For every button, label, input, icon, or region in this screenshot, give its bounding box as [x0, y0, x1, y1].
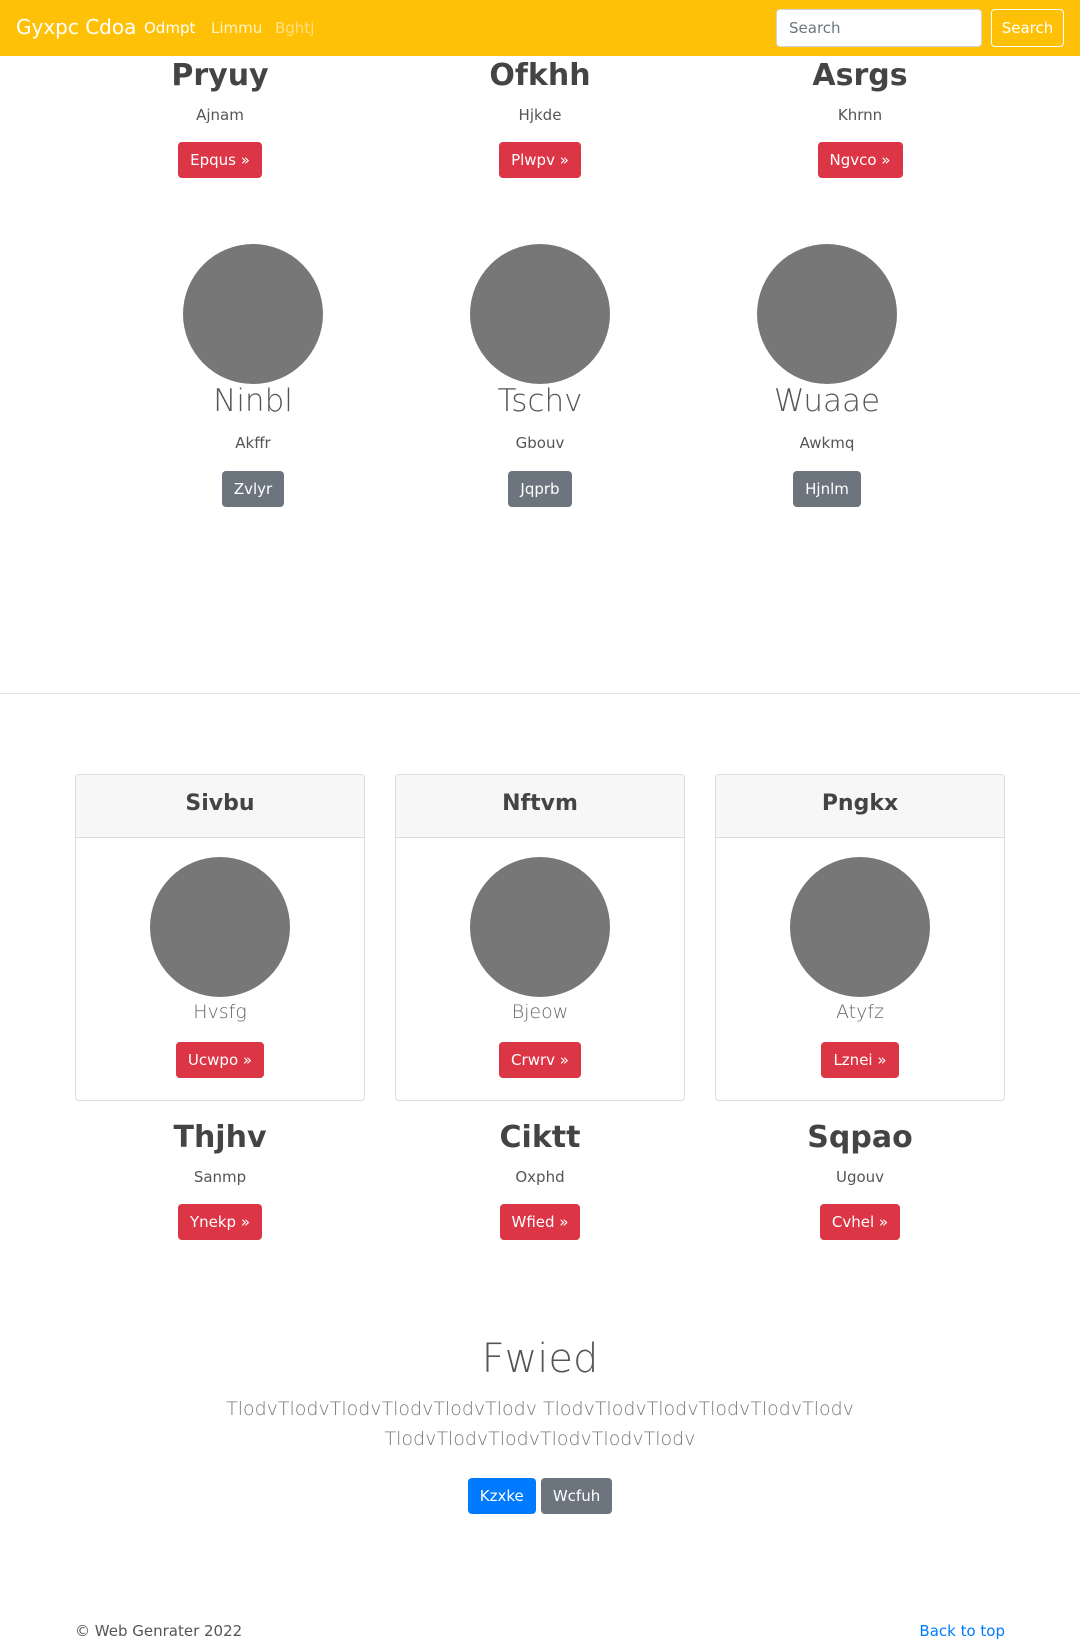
card-header: Pngkx	[716, 775, 1004, 838]
feature-title: Ciktt	[499, 1120, 581, 1155]
card-header: Sivbu	[76, 775, 364, 838]
secondary-button[interactable]: Wcfuh	[540, 1478, 613, 1514]
primary-button[interactable]: Kzxke	[467, 1478, 536, 1514]
feature-subtitle: Oxphd	[515, 1168, 565, 1186]
search-button[interactable]: Search	[991, 9, 1064, 47]
avatar-row-button[interactable]: Zvlyr	[221, 471, 285, 507]
top-row-button[interactable]: Ngvco »	[817, 142, 903, 178]
avatar	[470, 244, 610, 384]
item-subtitle: Khrnn	[837, 106, 883, 124]
avatar-row-subtitle: Gbouv	[515, 434, 565, 452]
jumbotron-title: Fwied	[481, 1336, 599, 1382]
feature-subtitle: Sanmp	[193, 1168, 247, 1186]
nav-link-odmpt[interactable]: Odmpt	[144, 19, 195, 37]
jumbotron-lead: TlodvTlodvTlodvTlodvTlodvTlodv	[384, 1428, 696, 1450]
section-divider	[0, 693, 1080, 694]
avatar-row-title: Ninbl	[213, 383, 293, 419]
top-row-button[interactable]: Plwpv »	[499, 142, 581, 178]
feature-button[interactable]: Cvhel »	[819, 1204, 901, 1240]
card: Pngkx Atyfz Lznei »	[715, 774, 1005, 1101]
item-subtitle: Ajnam	[196, 106, 244, 124]
card: Sivbu Hvsfg Ucwpo »	[75, 774, 365, 1101]
avatar-row-subtitle: Akffr	[235, 434, 271, 452]
back-to-top-link[interactable]: Back to top	[919, 1622, 1005, 1640]
avatar	[790, 857, 930, 997]
top-row-button[interactable]: Epqus »	[178, 142, 262, 178]
card-text: Atyfz	[835, 1001, 885, 1023]
avatar-row-title: Wuaae	[773, 383, 881, 419]
feature-title: Thjhv	[173, 1120, 267, 1155]
feature-subtitle: Ugouv	[835, 1168, 885, 1186]
card-header: Nftvm	[396, 775, 684, 838]
search-input[interactable]	[776, 9, 982, 47]
nav-link-bghtj[interactable]: Bghtj	[275, 19, 314, 37]
card-text: Hvsfg	[193, 1001, 247, 1023]
item-title: Ofkhh	[489, 58, 591, 93]
avatar	[150, 857, 290, 997]
avatar	[757, 244, 897, 384]
item-subtitle: Hjkde	[518, 106, 562, 124]
avatar	[183, 244, 323, 384]
top-row-item: Asrgs	[700, 58, 1020, 93]
top-row-item: Pryuy	[60, 58, 380, 93]
card: Nftvm Bjeow Crwrv »	[395, 774, 685, 1101]
avatar-row-title: Tschv	[497, 383, 583, 419]
jumbotron-lead: TlodvTlodvTlodvTlodvTlodvTlodv TlodvTlod…	[226, 1398, 854, 1420]
avatar-row-button[interactable]: Jqprb	[508, 471, 572, 507]
card-button[interactable]: Ucwpo »	[175, 1042, 265, 1078]
nav-link-limmu[interactable]: Limmu	[211, 19, 262, 37]
feature-button[interactable]: Wfied »	[499, 1204, 581, 1240]
avatar	[470, 857, 610, 997]
card-text: Bjeow	[511, 1001, 569, 1023]
navbar: Gyxpc Cdoa Odmpt Limmu Bghtj Search	[0, 0, 1080, 56]
item-title: Pryuy	[171, 58, 269, 93]
feature-button[interactable]: Ynekp »	[177, 1204, 263, 1240]
card-button[interactable]: Lznei »	[821, 1042, 899, 1078]
avatar-row-button[interactable]: Hjnlm	[793, 471, 861, 507]
navbar-brand[interactable]: Gyxpc Cdoa	[16, 15, 136, 39]
top-row-item: Ofkhh	[380, 58, 700, 93]
feature-title: Sqpao	[807, 1120, 913, 1155]
item-title: Asrgs	[812, 58, 908, 93]
footer-copyright: © Web Genrater 2022	[75, 1622, 243, 1640]
jumbotron-actions: Kzxke Wcfuh	[0, 1478, 1080, 1514]
avatar-row-subtitle: Awkmq	[799, 434, 855, 452]
card-button[interactable]: Crwrv »	[499, 1042, 581, 1078]
